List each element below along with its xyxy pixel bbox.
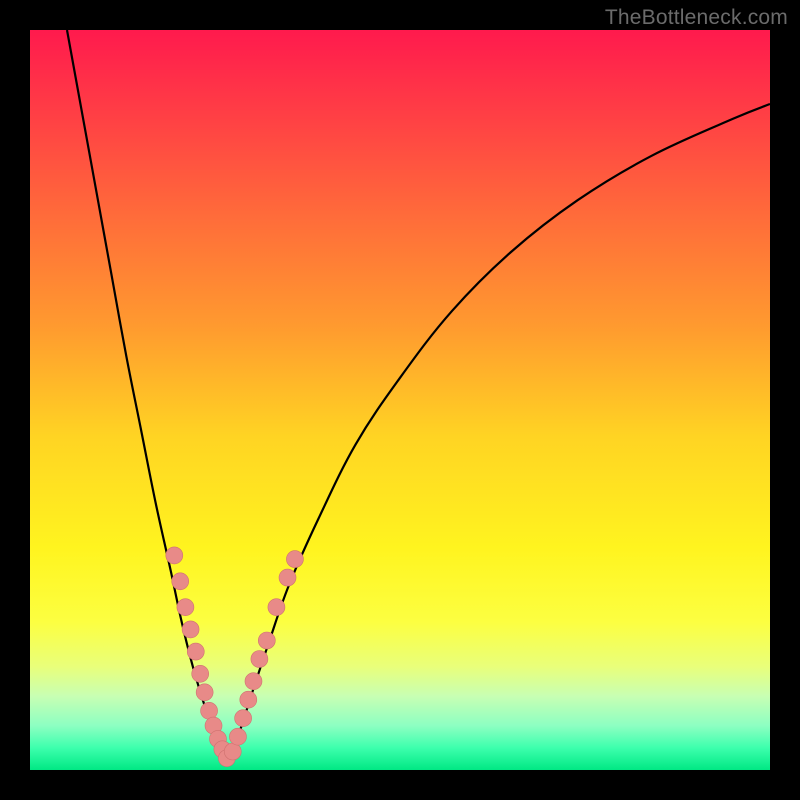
gradient-background — [30, 30, 770, 770]
data-marker — [268, 599, 285, 616]
data-marker — [258, 632, 275, 649]
data-marker — [182, 621, 199, 638]
data-marker — [172, 573, 189, 590]
data-marker — [187, 643, 204, 660]
data-marker — [177, 599, 194, 616]
data-marker — [196, 684, 213, 701]
bottleneck-chart — [0, 0, 800, 800]
data-marker — [286, 551, 303, 568]
data-marker — [245, 673, 262, 690]
data-marker — [166, 547, 183, 564]
data-marker — [201, 702, 218, 719]
data-marker — [279, 569, 296, 586]
data-marker — [235, 710, 252, 727]
data-marker — [192, 665, 209, 682]
data-marker — [224, 743, 241, 760]
data-marker — [229, 728, 246, 745]
data-marker — [251, 651, 268, 668]
watermark-text: TheBottleneck.com — [605, 6, 788, 30]
data-marker — [240, 691, 257, 708]
